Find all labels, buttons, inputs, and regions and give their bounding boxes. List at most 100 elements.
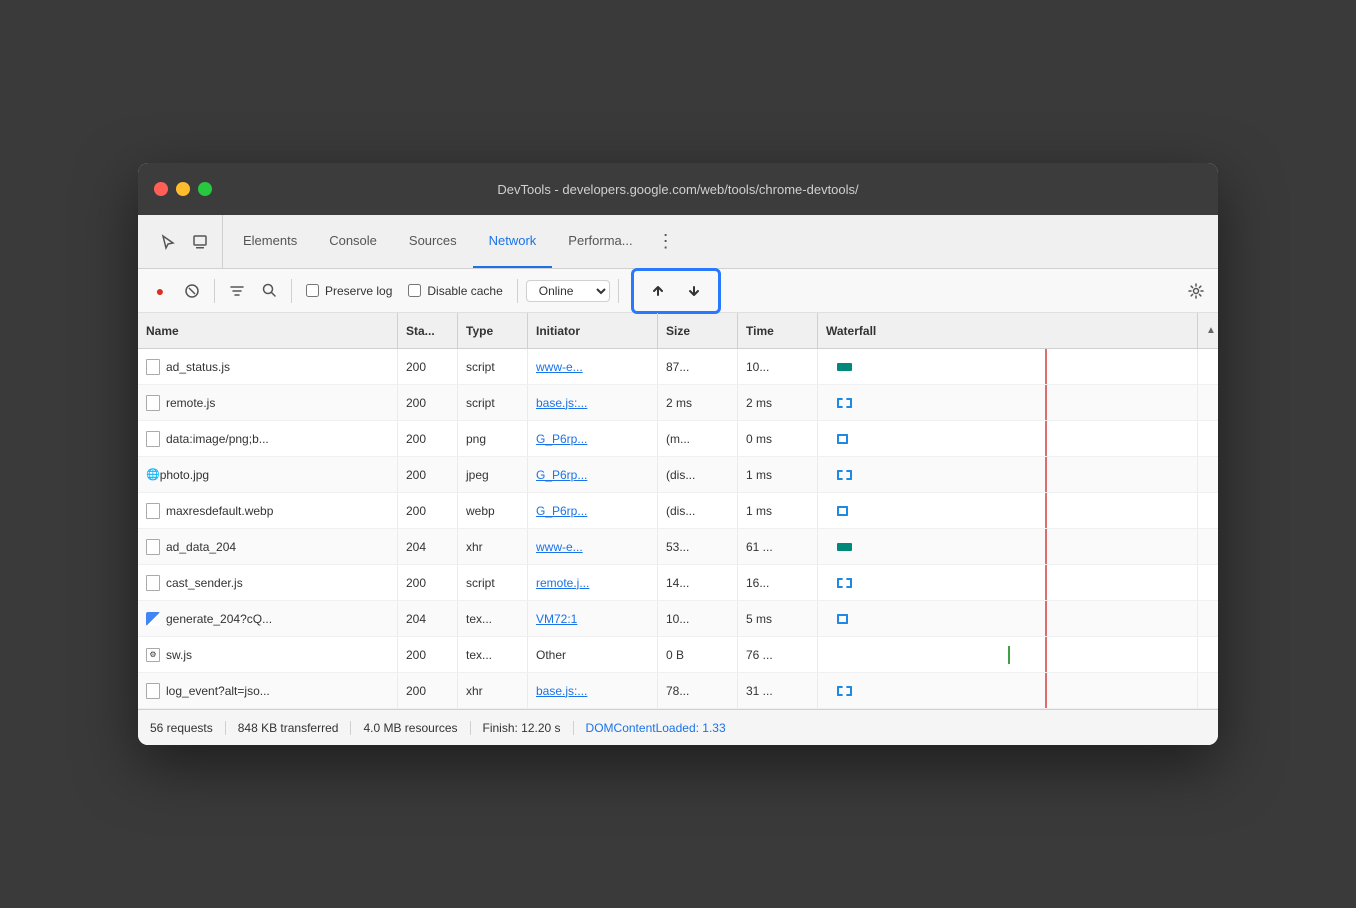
cell-initiator: G_P6rp... — [528, 493, 658, 528]
cell-initiator: G_P6rp... — [528, 457, 658, 492]
minimize-button[interactable] — [176, 182, 190, 196]
cell-waterfall — [818, 349, 1198, 384]
cell-type: xhr — [458, 673, 528, 708]
cell-waterfall — [818, 493, 1198, 528]
tab-performance[interactable]: Performa... — [552, 215, 648, 268]
tabs-bar: Elements Console Sources Network Perform… — [138, 215, 1218, 269]
cell-waterfall — [818, 565, 1198, 600]
th-name[interactable]: Name — [138, 313, 398, 348]
cell-name: 🌐 photo.jpg — [138, 457, 398, 492]
dom-content-loaded: DOMContentLoaded: 1.33 — [574, 721, 726, 735]
tab-console[interactable]: Console — [313, 215, 393, 268]
cell-time: 1 ms — [738, 457, 818, 492]
close-button[interactable] — [154, 182, 168, 196]
cell-extra — [1198, 601, 1218, 636]
th-time[interactable]: Time — [738, 313, 818, 348]
cell-initiator: www-e... — [528, 349, 658, 384]
cell-type: script — [458, 385, 528, 420]
table-body: ad_status.js 200 script www-e... 87... 1… — [138, 349, 1218, 709]
cell-name: ad_status.js — [138, 349, 398, 384]
cell-initiator: Other — [528, 637, 658, 672]
table-row[interactable]: ad_data_204 204 xhr www-e... 53... 61 ..… — [138, 529, 1218, 565]
throttling-select[interactable]: Online Fast 3G Slow 3G Offline — [526, 280, 610, 302]
table-row[interactable]: data:image/png;b... 200 png G_P6rp... (m… — [138, 421, 1218, 457]
more-tabs-button[interactable]: ⋮ — [649, 215, 683, 268]
status-bar: 56 requests 848 KB transferred 4.0 MB re… — [138, 709, 1218, 745]
th-initiator[interactable]: Initiator — [528, 313, 658, 348]
cell-size: 53... — [658, 529, 738, 564]
upload-button[interactable] — [642, 275, 674, 307]
table-row[interactable]: generate_204?cQ... 204 tex... VM72:1 10.… — [138, 601, 1218, 637]
requests-count: 56 requests — [150, 721, 226, 735]
cell-extra — [1198, 565, 1218, 600]
cell-type: png — [458, 421, 528, 456]
titlebar: DevTools - developers.google.com/web/too… — [138, 163, 1218, 215]
cell-status: 200 — [398, 493, 458, 528]
record-button[interactable]: ● — [146, 277, 174, 305]
cell-size: 2 ms — [658, 385, 738, 420]
th-status[interactable]: Sta... — [398, 313, 458, 348]
cell-type: xhr — [458, 529, 528, 564]
table-header: Name Sta... Type Initiator Size Time Wat… — [138, 313, 1218, 349]
table-row[interactable]: remote.js 200 script base.js:... 2 ms 2 … — [138, 385, 1218, 421]
th-waterfall[interactable]: Waterfall — [818, 313, 1198, 348]
cell-size: 14... — [658, 565, 738, 600]
table-row[interactable]: ad_status.js 200 script www-e... 87... 1… — [138, 349, 1218, 385]
table-row[interactable]: maxresdefault.webp 200 webp G_P6rp... (d… — [138, 493, 1218, 529]
table-row[interactable]: log_event?alt=jso... 200 xhr base.js:...… — [138, 673, 1218, 709]
cell-waterfall — [818, 385, 1198, 420]
tab-network[interactable]: Network — [473, 215, 553, 268]
inspect-icon[interactable] — [186, 228, 214, 256]
clear-button[interactable] — [178, 277, 206, 305]
cell-initiator: base.js:... — [528, 673, 658, 708]
settings-button[interactable] — [1182, 277, 1210, 305]
finish-time: Finish: 12.20 s — [471, 721, 574, 735]
cell-status: 200 — [398, 673, 458, 708]
table-row[interactable]: 🌐 photo.jpg 200 jpeg G_P6rp... (dis... 1… — [138, 457, 1218, 493]
table-row[interactable]: ⚙ sw.js 200 tex... Other 0 B 76 ... — [138, 637, 1218, 673]
cell-size: (dis... — [658, 493, 738, 528]
divider-1 — [214, 279, 215, 303]
cell-time: 0 ms — [738, 421, 818, 456]
th-sort[interactable]: ▲ — [1198, 313, 1218, 348]
search-button[interactable] — [255, 277, 283, 305]
divider-3 — [517, 279, 518, 303]
divider-4 — [618, 279, 619, 303]
cell-time: 31 ... — [738, 673, 818, 708]
cell-extra — [1198, 457, 1218, 492]
cell-type: jpeg — [458, 457, 528, 492]
cell-waterfall — [818, 601, 1198, 636]
cell-time: 16... — [738, 565, 818, 600]
cell-time: 5 ms — [738, 601, 818, 636]
disable-cache-checkbox[interactable]: Disable cache — [402, 284, 508, 298]
cell-status: 200 — [398, 637, 458, 672]
cell-name: ad_data_204 — [138, 529, 398, 564]
th-size[interactable]: Size — [658, 313, 738, 348]
cell-time: 2 ms — [738, 385, 818, 420]
cell-name: log_event?alt=jso... — [138, 673, 398, 708]
download-button[interactable] — [678, 275, 710, 307]
cell-status: 200 — [398, 457, 458, 492]
cell-extra — [1198, 673, 1218, 708]
upload-download-group — [631, 268, 721, 314]
cell-extra — [1198, 637, 1218, 672]
devtools-icon-group — [146, 215, 223, 268]
cell-type: webp — [458, 493, 528, 528]
cell-status: 204 — [398, 601, 458, 636]
cell-status: 200 — [398, 565, 458, 600]
tab-elements[interactable]: Elements — [227, 215, 313, 268]
network-toolbar: ● Preserve log Disable cache — [138, 269, 1218, 313]
cell-name: data:image/png;b... — [138, 421, 398, 456]
cell-status: 200 — [398, 385, 458, 420]
cell-status: 200 — [398, 421, 458, 456]
cell-initiator: G_P6rp... — [528, 421, 658, 456]
tab-sources[interactable]: Sources — [393, 215, 473, 268]
cursor-icon[interactable] — [154, 228, 182, 256]
cell-size: (dis... — [658, 457, 738, 492]
cell-waterfall — [818, 421, 1198, 456]
maximize-button[interactable] — [198, 182, 212, 196]
table-row[interactable]: cast_sender.js 200 script remote.j... 14… — [138, 565, 1218, 601]
filter-button[interactable] — [223, 277, 251, 305]
preserve-log-checkbox[interactable]: Preserve log — [300, 284, 398, 298]
th-type[interactable]: Type — [458, 313, 528, 348]
